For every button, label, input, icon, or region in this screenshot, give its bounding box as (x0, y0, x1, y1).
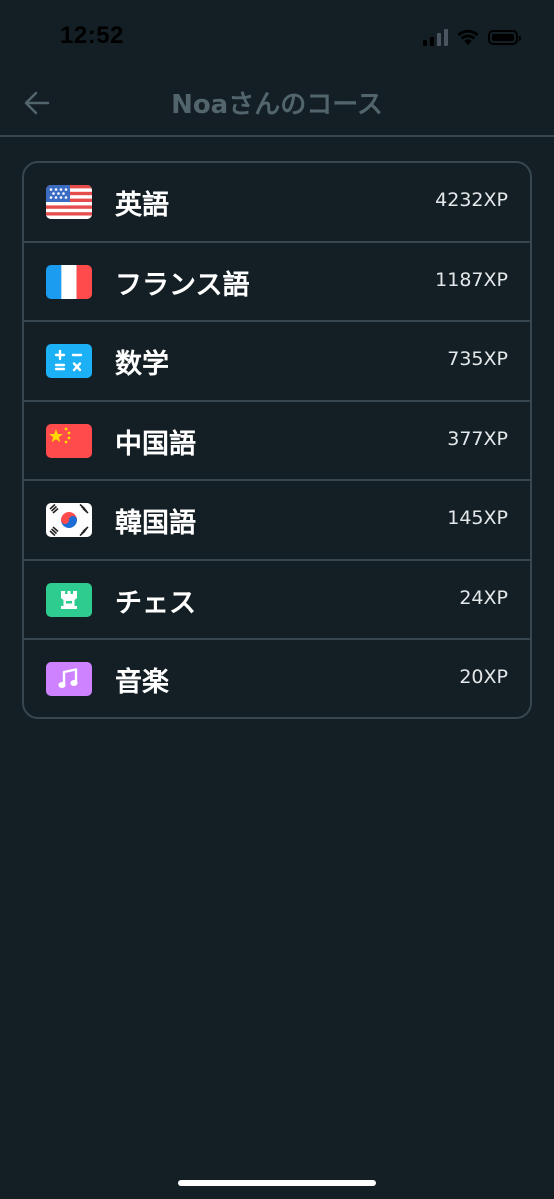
chess-icon (46, 582, 92, 617)
math-icon (46, 344, 92, 378)
korea-flag-icon (46, 503, 92, 537)
course-row-math[interactable]: 数学 735XP (24, 322, 530, 402)
course-name: 数学 (115, 349, 169, 380)
course-xp: 377XP (447, 427, 508, 450)
page-title: Noaさんのコース (171, 90, 383, 120)
status-icons (423, 26, 521, 48)
status-bar: 12:52 (0, 0, 554, 70)
course-xp: 20XP (459, 666, 508, 688)
france-flag-icon (46, 264, 92, 299)
home-indicator (178, 1180, 376, 1186)
course-xp: 1187XP (435, 268, 508, 291)
music-icon (46, 662, 92, 696)
china-flag-icon (46, 423, 92, 458)
course-name: 音楽 (115, 667, 169, 698)
course-xp: 4232XP (435, 189, 508, 211)
course-xp: 145XP (447, 507, 508, 529)
header: Noaさんのコース (0, 70, 554, 137)
course-row-english[interactable]: 英語 4232XP (24, 163, 530, 243)
us-flag-icon (46, 185, 92, 219)
course-xp: 24XP (459, 586, 508, 609)
wifi-icon (457, 29, 479, 45)
course-row-korean[interactable]: 韓国語 145XP (24, 481, 530, 561)
course-row-french[interactable]: フランス語 1187XP (24, 243, 530, 322)
course-name: フランス語 (115, 269, 250, 301)
course-xp: 735XP (447, 348, 508, 370)
status-time: 12:52 (60, 22, 124, 49)
course-name: チェス (115, 587, 196, 619)
course-list: 英語 4232XP フランス語 1187XP 数学 735XP 中国語 377X… (22, 161, 532, 719)
battery-icon (488, 29, 521, 45)
course-row-chess[interactable]: チェス 24XP (24, 561, 530, 640)
course-name: 英語 (115, 190, 169, 221)
course-row-chinese[interactable]: 中国語 377XP (24, 402, 530, 481)
cellular-signal-icon (423, 28, 448, 46)
course-name: 中国語 (115, 428, 196, 460)
course-name: 韓国語 (115, 508, 196, 539)
course-row-music[interactable]: 音楽 20XP (24, 640, 530, 717)
